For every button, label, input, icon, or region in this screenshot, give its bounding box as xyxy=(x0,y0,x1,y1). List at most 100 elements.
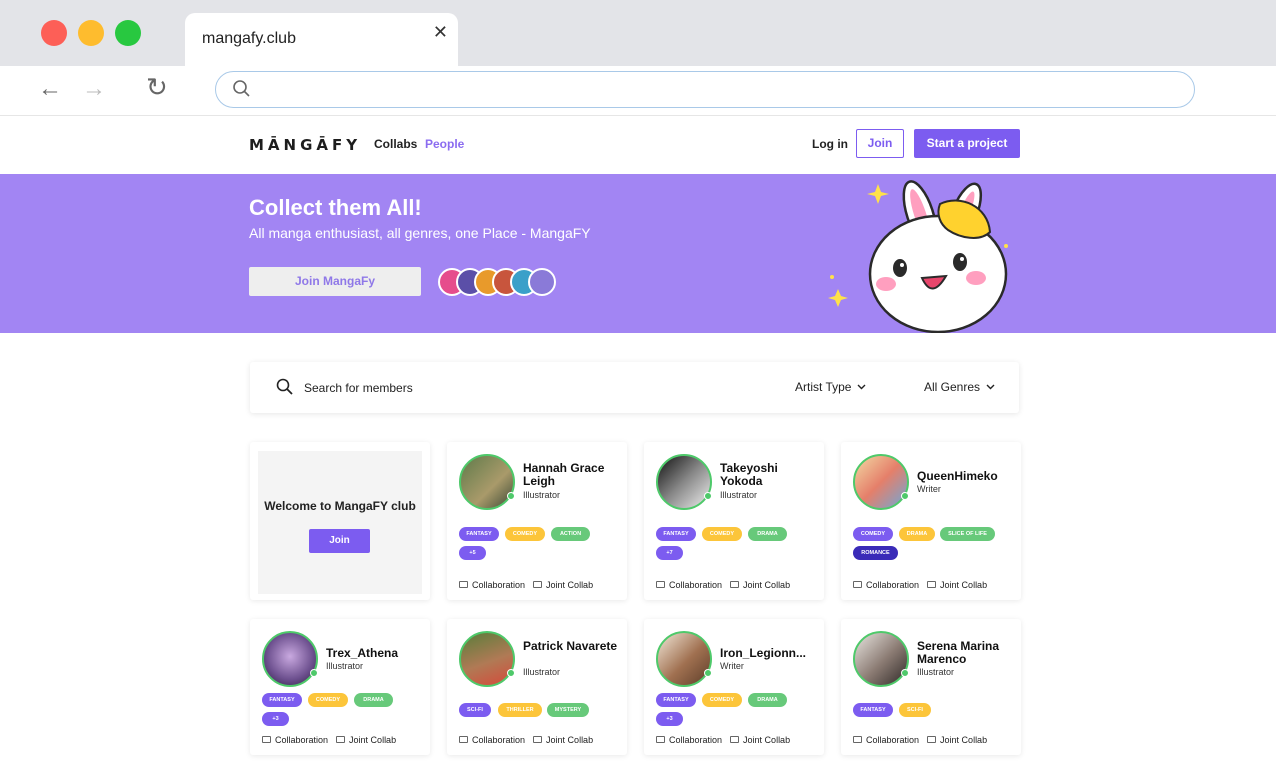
join-mangafy-button[interactable]: Join MangaFy xyxy=(249,267,421,296)
genre-tag: FANTASY xyxy=(656,693,696,707)
nav-people[interactable]: People xyxy=(425,137,464,151)
member-role: Illustrator xyxy=(326,661,364,671)
avatar xyxy=(528,268,556,296)
hero-subtitle: All manga enthusiast, all genres, one Pl… xyxy=(249,225,591,241)
tab-title: mangafy.club xyxy=(202,30,296,47)
member-card[interactable]: Serena Marina Marenco Illustrator FANTAS… xyxy=(841,619,1021,755)
genre-tag: COMEDY xyxy=(505,527,545,541)
briefcase-icon xyxy=(459,736,468,743)
member-name[interactable]: Hannah Grace Leigh xyxy=(523,462,619,488)
genre-tag: SLICE OF LIFE xyxy=(940,527,995,541)
avatar xyxy=(459,454,515,510)
member-search-bar: Search for members Artist Type All Genre… xyxy=(250,362,1019,413)
card-footer: Collaboration Joint Collab xyxy=(656,580,790,590)
search-icon xyxy=(233,80,250,97)
card-footer: Collaboration Joint Collab xyxy=(853,580,987,590)
genre-tag-more[interactable]: +3 xyxy=(656,712,683,726)
avatar xyxy=(656,454,712,510)
artist-type-dropdown[interactable]: Artist Type xyxy=(795,380,866,394)
joint-collab-label: Joint Collab xyxy=(546,580,594,590)
collaboration-label: Collaboration xyxy=(669,580,723,590)
genre-tag-more[interactable]: +5 xyxy=(459,546,486,560)
welcome-join-button[interactable]: Join xyxy=(309,529,370,553)
artist-type-label: Artist Type xyxy=(795,380,852,394)
welcome-panel: Welcome to MangaFY club Join xyxy=(258,451,422,594)
online-status-dot xyxy=(901,669,909,677)
member-card[interactable]: Hannah Grace Leigh Illustrator FANTASY C… xyxy=(447,442,627,600)
genres-dropdown[interactable]: All Genres xyxy=(924,380,995,394)
card-footer: Collaboration Joint Collab xyxy=(262,735,396,745)
genre-tag-more[interactable]: +3 xyxy=(262,712,289,726)
member-card[interactable]: Takeyoshi Yokoda Illustrator FANTASY COM… xyxy=(644,442,824,600)
joint-collab-label: Joint Collab xyxy=(743,735,791,745)
maximize-window-button[interactable] xyxy=(115,20,141,46)
bunny-mascot-illustration xyxy=(828,180,1008,333)
reload-icon[interactable]: ↻ xyxy=(146,74,168,100)
back-arrow-icon[interactable]: ← xyxy=(38,77,62,101)
genre-tag: FANTASY xyxy=(262,693,302,707)
header-join-button[interactable]: Join xyxy=(856,129,904,158)
hero-title: Collect them All! xyxy=(249,195,422,220)
genres-label: All Genres xyxy=(924,380,981,394)
member-name[interactable]: Trex_Athena xyxy=(326,647,422,660)
member-role: Writer xyxy=(917,484,941,494)
genre-tag-more[interactable]: +7 xyxy=(656,546,683,560)
member-card[interactable]: Patrick Navarete Illustrator SCI-FI THRI… xyxy=(447,619,627,755)
member-role: Writer xyxy=(720,661,744,671)
genre-tag: DRAMA xyxy=(748,693,787,707)
member-card[interactable]: Iron_Legionn... Writer FANTASY COMEDY DR… xyxy=(644,619,824,755)
avatar xyxy=(656,631,712,687)
address-bar[interactable] xyxy=(215,71,1195,108)
member-card[interactable]: QueenHimeko Writer COMEDY DRAMA SLICE OF… xyxy=(841,442,1021,600)
start-project-button[interactable]: Start a project xyxy=(914,129,1020,158)
site-header: MĀNGĀFY Collabs People Log in Join Start… xyxy=(0,117,1276,174)
welcome-card: Welcome to MangaFY club Join xyxy=(250,442,430,600)
close-window-button[interactable] xyxy=(41,20,67,46)
mangafy-logo[interactable]: MĀNGĀFY xyxy=(249,136,361,154)
genre-tag: FANTASY xyxy=(853,703,893,717)
collaboration-label: Collaboration xyxy=(866,735,920,745)
genre-tag: ROMANCE xyxy=(853,546,898,560)
collaboration-label: Collaboration xyxy=(472,580,526,590)
member-role: Illustrator xyxy=(720,490,758,500)
genre-tag: COMEDY xyxy=(308,693,348,707)
member-role: Illustrator xyxy=(917,667,955,677)
briefcase-icon xyxy=(533,736,543,743)
login-link[interactable]: Log in xyxy=(812,137,848,151)
member-name[interactable]: QueenHimeko xyxy=(917,470,1013,483)
member-card[interactable]: Trex_Athena Illustrator FANTASY COMEDY D… xyxy=(250,619,430,755)
joint-collab-label: Joint Collab xyxy=(743,580,791,590)
search-input[interactable]: Search for members xyxy=(304,381,413,395)
member-name[interactable]: Takeyoshi Yokoda xyxy=(720,462,816,488)
card-footer: Collaboration Joint Collab xyxy=(853,735,987,745)
genre-tag: DRAMA xyxy=(354,693,393,707)
collaboration-label: Collaboration xyxy=(866,580,920,590)
briefcase-icon xyxy=(927,581,937,588)
genre-tag: COMEDY xyxy=(853,527,893,541)
avatar xyxy=(262,631,318,687)
chevron-down-icon xyxy=(857,384,866,390)
briefcase-icon xyxy=(336,736,346,743)
nav-collabs[interactable]: Collabs xyxy=(374,137,417,151)
member-name[interactable]: Iron_Legionn... xyxy=(720,647,816,660)
card-footer: Collaboration Joint Collab xyxy=(459,735,593,745)
genre-tag: FANTASY xyxy=(656,527,696,541)
briefcase-icon xyxy=(853,736,862,743)
genre-tag: SCI-FI xyxy=(459,703,491,717)
member-name[interactable]: Patrick Navarete xyxy=(523,640,619,653)
genre-tag: SCI-FI xyxy=(899,703,931,717)
genre-tag: COMEDY xyxy=(702,693,742,707)
collaboration-label: Collaboration xyxy=(669,735,723,745)
forward-arrow-icon[interactable]: → xyxy=(82,77,106,101)
minimize-window-button[interactable] xyxy=(78,20,104,46)
genre-tag: DRAMA xyxy=(748,527,787,541)
tab-close-icon[interactable]: ✕ xyxy=(433,22,448,43)
browser-tab[interactable]: mangafy.club ✕ xyxy=(185,13,458,66)
genre-tag: COMEDY xyxy=(702,527,742,541)
briefcase-icon xyxy=(656,736,665,743)
online-status-dot xyxy=(704,492,712,500)
joint-collab-label: Joint Collab xyxy=(940,735,988,745)
briefcase-icon xyxy=(533,581,543,588)
briefcase-icon xyxy=(927,736,937,743)
member-name[interactable]: Serena Marina Marenco xyxy=(917,640,1013,666)
